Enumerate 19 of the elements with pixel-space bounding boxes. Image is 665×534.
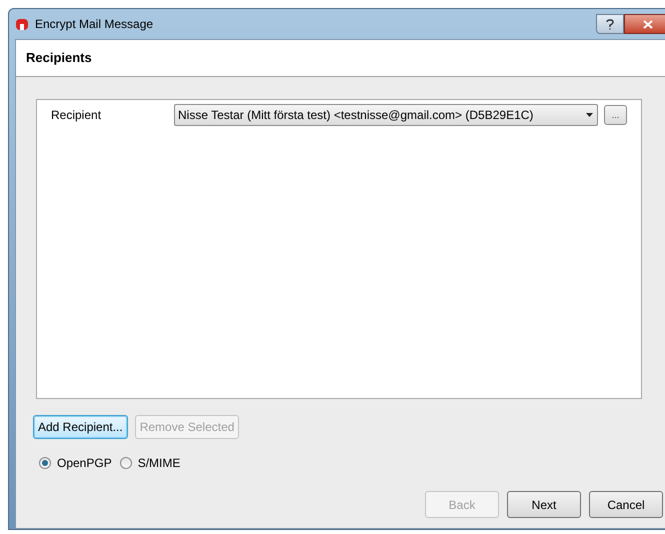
radio-button[interactable] bbox=[120, 457, 132, 469]
push-button[interactable]: Add Recipient... bbox=[33, 415, 128, 439]
recipient-label: Recipient bbox=[51, 107, 102, 124]
radio-label: S/MIME bbox=[138, 455, 180, 472]
app-icon bbox=[15, 17, 29, 31]
dropdown-caret-icon bbox=[586, 113, 593, 117]
help-icon bbox=[606, 18, 614, 30]
help-button[interactable] bbox=[596, 14, 624, 34]
page-heading: Recipients bbox=[26, 49, 92, 68]
close-button[interactable] bbox=[624, 14, 665, 34]
recipient-dropdown[interactable]: Nisse Testar (Mitt första test) <testnisse@gmail.com> (D5B29E1C) bbox=[174, 104, 598, 126]
recipient-value: Nisse Testar (Mitt första test) <testnisse@gmail.com> (D5B29E1C) bbox=[178, 107, 534, 124]
radio-label: OpenPGP bbox=[57, 455, 112, 472]
window-title: Encrypt Mail Message bbox=[35, 16, 154, 33]
close-icon bbox=[643, 20, 653, 28]
push-button[interactable]: Cancel bbox=[589, 491, 663, 518]
browse-button[interactable]: ... bbox=[604, 105, 627, 125]
push-button[interactable]: Next bbox=[507, 491, 581, 518]
radio-button[interactable] bbox=[39, 457, 51, 469]
